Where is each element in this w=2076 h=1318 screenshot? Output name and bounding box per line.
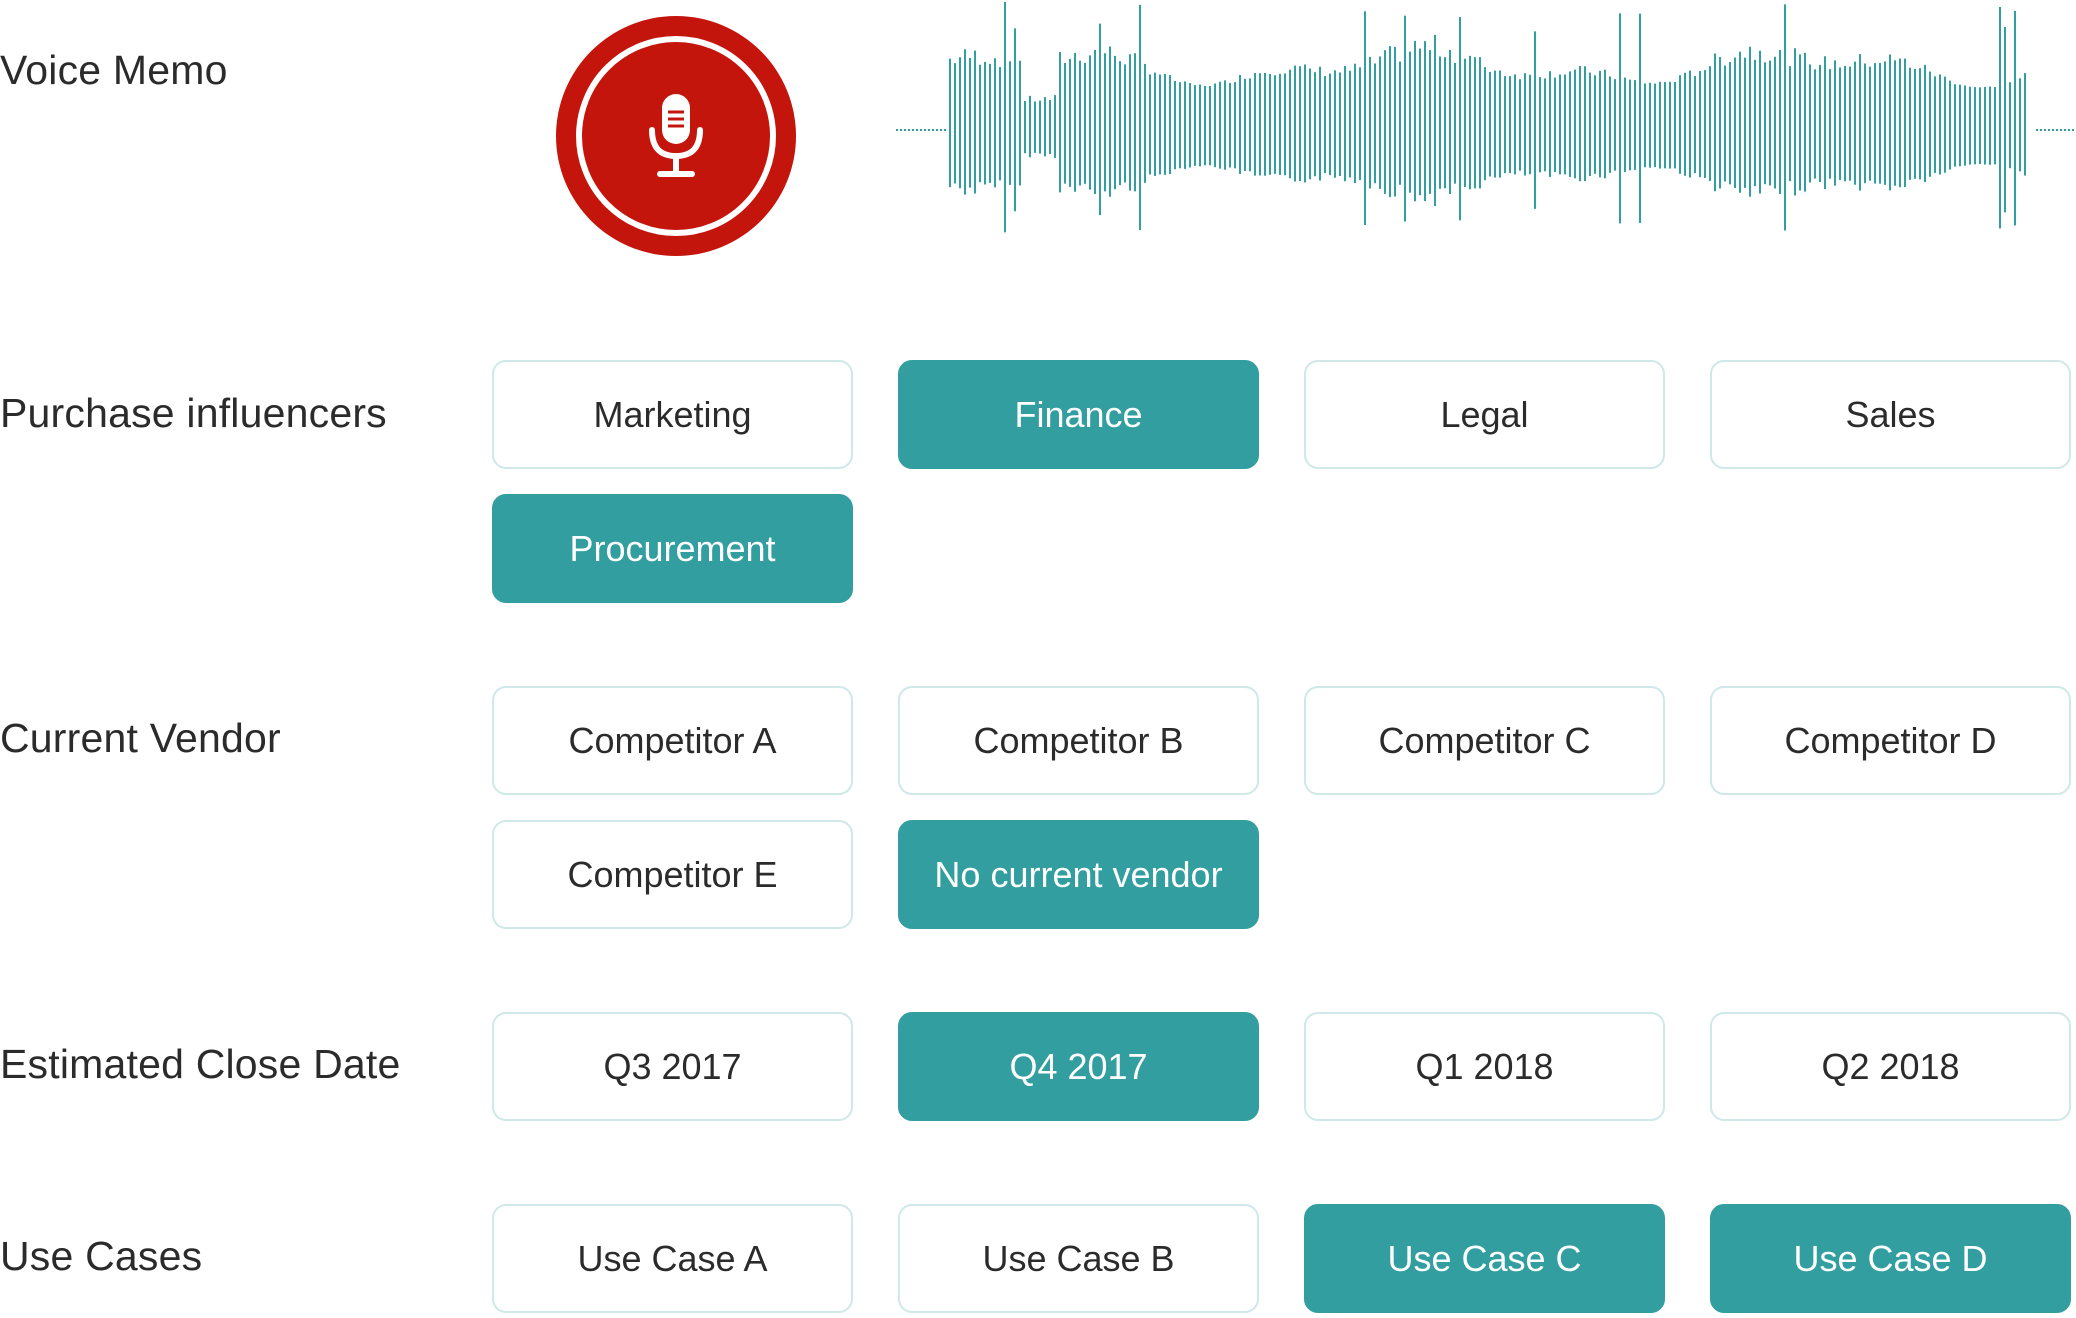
chip-q1-2018[interactable]: Q1 2018	[1304, 1012, 1665, 1121]
chip-competitor-e[interactable]: Competitor E	[492, 820, 853, 929]
chip-competitor-d[interactable]: Competitor D	[1710, 686, 2071, 795]
microphone-icon	[649, 94, 703, 177]
voice-memo-label: Voice Memo	[0, 47, 228, 93]
purchase-influencers-label: Purchase influencers	[0, 390, 387, 436]
chip-competitor-a[interactable]: Competitor A	[492, 686, 853, 795]
current-vendor-label: Current Vendor	[0, 715, 281, 761]
chip-use-case-b[interactable]: Use Case B	[898, 1204, 1259, 1313]
chip-use-case-d[interactable]: Use Case D	[1710, 1204, 2071, 1313]
audio-waveform	[896, 2, 2076, 233]
chip-use-case-a[interactable]: Use Case A	[492, 1204, 853, 1313]
chip-procurement[interactable]: Procurement	[492, 494, 853, 603]
record-button[interactable]	[556, 16, 796, 256]
chip-sales[interactable]: Sales	[1710, 360, 2071, 469]
chip-no-current-vendor[interactable]: No current vendor	[898, 820, 1259, 929]
chip-competitor-c[interactable]: Competitor C	[1304, 686, 1665, 795]
use-cases-label: Use Cases	[0, 1233, 203, 1279]
chip-use-case-c[interactable]: Use Case C	[1304, 1204, 1665, 1313]
chip-finance[interactable]: Finance	[898, 360, 1259, 469]
chip-legal[interactable]: Legal	[1304, 360, 1665, 469]
chip-competitor-b[interactable]: Competitor B	[898, 686, 1259, 795]
chip-marketing[interactable]: Marketing	[492, 360, 853, 469]
estimated-close-date-label: Estimated Close Date	[0, 1041, 401, 1087]
chip-q2-2018[interactable]: Q2 2018	[1710, 1012, 2071, 1121]
chip-q4-2017[interactable]: Q4 2017	[898, 1012, 1259, 1121]
chip-q3-2017[interactable]: Q3 2017	[492, 1012, 853, 1121]
